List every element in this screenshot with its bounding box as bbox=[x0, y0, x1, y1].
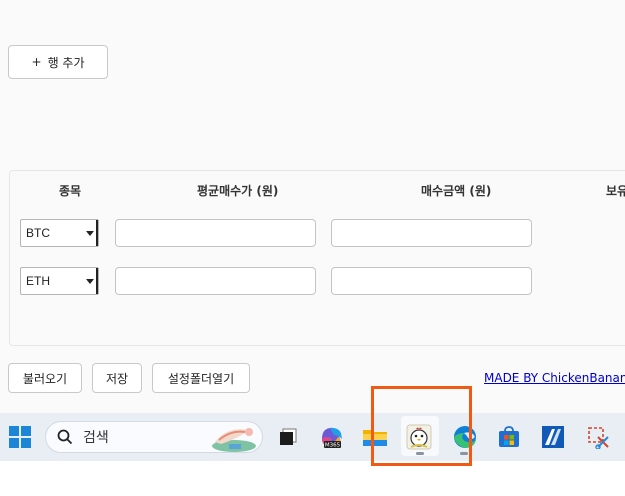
load-button[interactable]: 불러오기 bbox=[8, 363, 82, 393]
windows-start-icon[interactable] bbox=[9, 426, 31, 448]
taskbar-search[interactable]: 검색 bbox=[45, 421, 263, 453]
task-view-icon[interactable] bbox=[274, 423, 302, 451]
chevron-down-icon bbox=[81, 222, 97, 244]
column-header-avg-price: 평균매수가 (원) bbox=[197, 184, 279, 198]
save-button[interactable]: 저장 bbox=[92, 363, 142, 393]
snipping-tool-icon[interactable] bbox=[584, 423, 612, 451]
symbol-select-value: BTC bbox=[26, 226, 50, 240]
chevron-down-icon bbox=[81, 270, 97, 292]
amount-input-row-1[interactable] bbox=[331, 219, 532, 247]
open-settings-folder-button[interactable]: 설정폴더열기 bbox=[152, 363, 250, 393]
symbol-select-row-2[interactable]: ETH bbox=[20, 267, 99, 295]
annotation-highlight-box bbox=[371, 386, 472, 466]
search-placeholder: 검색 bbox=[83, 430, 109, 446]
amount-input-row-2[interactable] bbox=[331, 267, 532, 295]
column-header-symbol: 종목 bbox=[59, 184, 82, 198]
column-header-holding: 보유 bbox=[606, 184, 625, 198]
search-highlight-art-icon bbox=[212, 428, 256, 452]
avg-price-input-row-1[interactable] bbox=[115, 219, 316, 247]
column-header-amount: 매수금액 (원) bbox=[421, 184, 492, 198]
credit-link[interactable]: MADE BY ChickenBanana bbox=[484, 371, 625, 385]
symbol-select-value: ETH bbox=[26, 274, 50, 288]
m365-label: M365 bbox=[325, 443, 341, 449]
copilot-m365-icon[interactable]: M365 bbox=[318, 423, 346, 451]
add-row-button[interactable]: + 행 추가 bbox=[8, 45, 108, 79]
autocad-icon[interactable] bbox=[539, 423, 567, 451]
add-row-label: 행 추가 bbox=[47, 55, 85, 70]
holdings-table bbox=[9, 170, 625, 346]
symbol-select-row-1[interactable]: BTC bbox=[20, 219, 99, 247]
search-icon bbox=[57, 429, 73, 445]
app-window: + 행 추가 종목 평균매수가 (원) 매수금액 (원) 보유 BTC ETH … bbox=[0, 0, 625, 413]
avg-price-input-row-2[interactable] bbox=[115, 267, 316, 295]
plus-icon: + bbox=[31, 55, 42, 69]
microsoft-store-icon[interactable] bbox=[495, 423, 523, 451]
desktop-margin bbox=[0, 461, 625, 496]
